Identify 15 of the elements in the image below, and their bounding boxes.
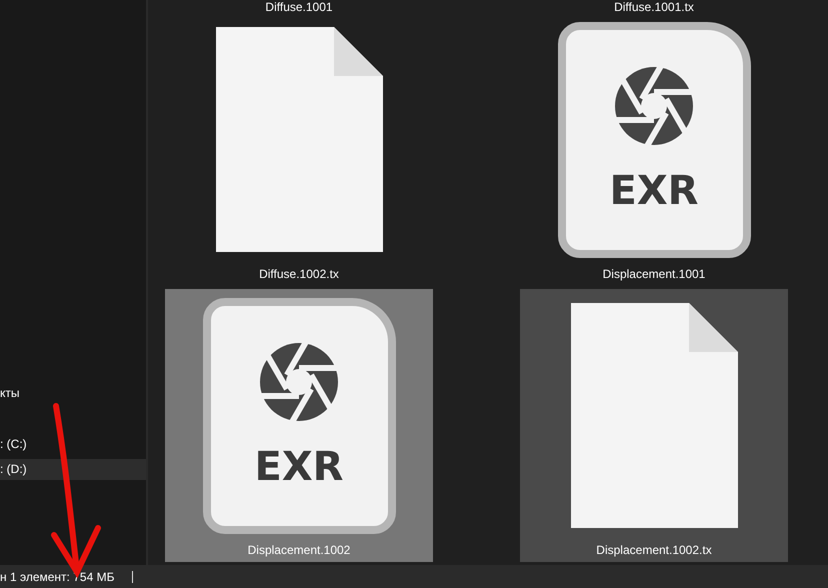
file-tile[interactable]: EXR Displacement.1001 [520,13,788,286]
blank-document-icon [570,303,738,528]
aperture-icon [614,66,694,146]
file-tile[interactable]: Displacement.1002.tx [520,289,788,562]
blank-document-icon [216,27,382,252]
sidebar-item[interactable]: : (D:) [0,459,146,480]
sidebar-item[interactable]: кты [0,383,146,404]
file-name: Diffuse.1001 [264,0,334,14]
file-name: Diffuse.1001.tx [613,0,695,14]
file-tile[interactable]: EXR Displacement.1002 [165,289,433,562]
file-type-label: EXR [254,444,344,490]
file-type-label: EXR [610,168,698,214]
file-tile[interactable]: Diffuse.1002.tx [165,13,433,286]
aperture-icon [259,342,339,422]
sidebar-item[interactable]: : (C:) [0,434,146,455]
